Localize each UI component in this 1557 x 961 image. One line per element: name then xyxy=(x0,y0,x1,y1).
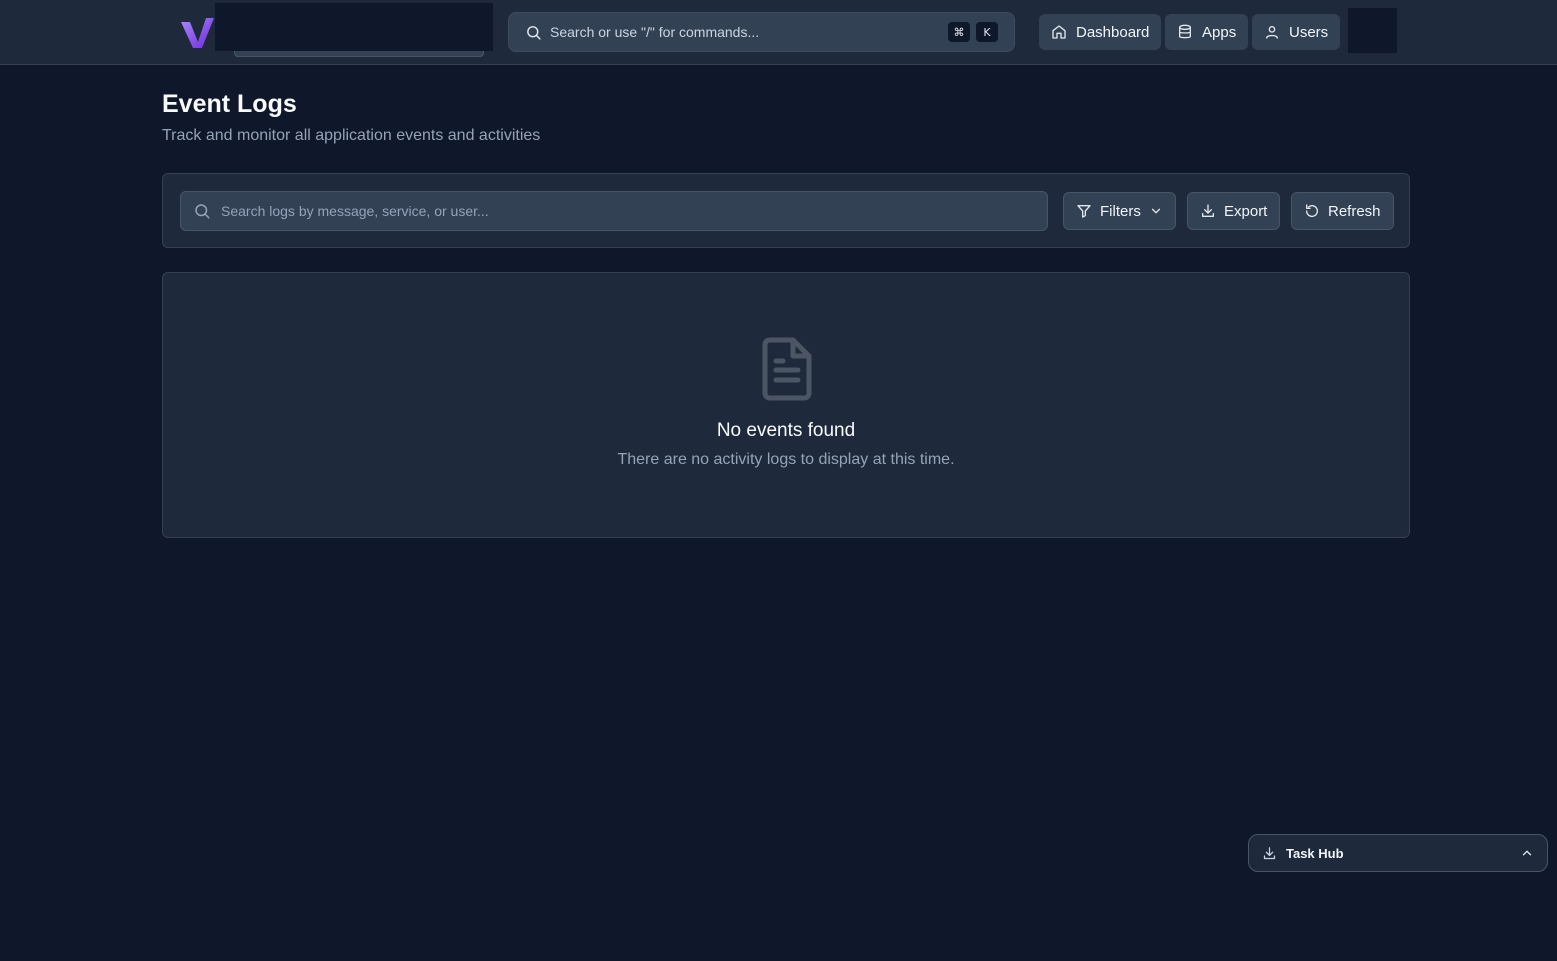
filters-button[interactable]: Filters xyxy=(1063,192,1176,230)
refresh-label: Refresh xyxy=(1328,202,1381,220)
file-text-icon xyxy=(762,337,812,401)
task-hub-label: Task Hub xyxy=(1286,845,1344,861)
refresh-button[interactable]: Refresh xyxy=(1291,192,1394,230)
empty-state-title: No events found xyxy=(716,420,856,441)
refresh-icon xyxy=(1305,204,1318,217)
filter-icon xyxy=(1077,205,1091,218)
command-search-bar[interactable]: Search or use "/" for commands... ⌘ K xyxy=(508,12,1015,52)
nav-dashboard-label: Dashboard xyxy=(1076,23,1150,41)
nav-dashboard-button[interactable]: Dashboard xyxy=(1039,14,1162,50)
filters-label: Filters xyxy=(1100,202,1141,220)
export-button[interactable]: Export xyxy=(1187,192,1281,230)
user-avatar[interactable] xyxy=(1348,8,1397,53)
page-title: Event Logs xyxy=(162,90,297,118)
log-search-field[interactable] xyxy=(180,191,1048,231)
user-icon xyxy=(1266,26,1278,39)
download-icon xyxy=(1202,204,1214,217)
log-toolbar: Filters Export Refresh xyxy=(162,173,1410,248)
log-search-input[interactable] xyxy=(221,203,1035,219)
nav-apps-label: Apps xyxy=(1202,23,1237,41)
chevron-up-icon xyxy=(1522,850,1532,856)
nav-apps-button[interactable]: Apps xyxy=(1165,14,1249,50)
home-icon xyxy=(1052,25,1066,39)
nav-users-label: Users xyxy=(1289,23,1329,41)
app-logo-icon[interactable] xyxy=(178,14,218,52)
nav-users-button[interactable]: Users xyxy=(1252,14,1341,50)
shortcut-key-k: K xyxy=(976,22,998,42)
page-subtitle: Track and monitor all application events… xyxy=(162,127,541,144)
search-icon xyxy=(195,204,210,219)
database-icon xyxy=(1179,24,1191,39)
empty-state-message: There are no activity logs to display at… xyxy=(617,451,955,468)
workspace-selector-edge xyxy=(234,51,484,57)
empty-state-panel: No events found There are no activity lo… xyxy=(162,272,1410,538)
search-icon xyxy=(527,25,541,40)
task-hub-toggle[interactable]: Task Hub xyxy=(1248,834,1548,872)
chevron-down-icon xyxy=(1151,208,1160,214)
workspace-selector[interactable] xyxy=(215,3,493,51)
export-label: Export xyxy=(1224,202,1268,220)
top-navigation-bar: Search or use "/" for commands... ⌘ K Da… xyxy=(0,0,1557,65)
download-icon xyxy=(1263,846,1276,859)
command-search-placeholder: Search or use "/" for commands... xyxy=(550,24,760,40)
shortcut-key-cmd: ⌘ xyxy=(948,22,970,42)
